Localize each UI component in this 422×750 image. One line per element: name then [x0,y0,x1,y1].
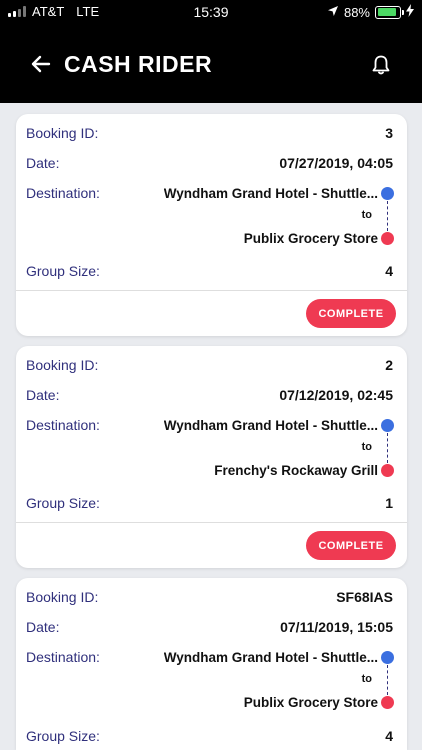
date-value: 07/12/2019, 02:45 [279,387,393,403]
destination-dot-icon [381,464,394,477]
page-title: CASH RIDER [64,51,213,77]
card-divider [16,290,407,291]
bell-icon[interactable] [371,54,391,76]
battery-level-fill [377,8,396,16]
date-label: Date: [26,619,60,635]
location-arrow-icon [327,5,339,20]
booking-id-label: Booking ID: [26,357,99,373]
battery-percent: 88% [343,4,370,20]
origin-location: Wyndham Grand Hotel - Shuttle... [163,650,378,665]
origin-dot-icon [381,651,394,664]
card-divider [16,522,407,523]
date-value: 07/11/2019, 15:05 [280,619,393,635]
booking-id-value: SF68IAS [336,589,393,605]
destination-label: Destination: [26,417,100,433]
group-size-label: Group Size: [26,263,100,279]
destination-location: Publix Grocery Store [243,695,378,710]
group-size-value: 1 [385,495,393,511]
booking-card: Booking ID: SF68IAS Date: 07/11/2019, 15… [16,578,407,750]
complete-button[interactable]: COMPLETE [306,531,396,560]
route-to-label: to [361,673,372,685]
route-dashed-line [387,201,388,231]
destination-location: Frenchy's Rockaway Grill [214,463,378,478]
group-size-label: Group Size: [26,495,100,511]
charging-bolt-icon [406,4,414,20]
battery-icon [375,5,404,19]
route-dashed-line [387,433,388,463]
destination-dot-icon [381,696,394,709]
status-right: 88% [327,4,414,20]
route-to-label: to [361,209,372,221]
origin-dot-icon [381,187,394,200]
group-size-value: 4 [385,263,393,279]
date-label: Date: [26,155,60,171]
app-header: AT&T LTE 15:39 88% CASH RIDER [0,0,422,103]
booking-card: Booking ID: 2 Date: 07/12/2019, 02:45 De… [16,346,407,568]
complete-button[interactable]: COMPLETE [306,299,396,328]
route-to-label: to [361,441,372,453]
date-label: Date: [26,387,60,403]
route-dashed-line [387,665,388,695]
booking-id-label: Booking ID: [26,589,99,605]
booking-id-value: 2 [385,357,393,373]
status-bar: AT&T LTE 15:39 88% [0,0,422,24]
arrow-left-icon[interactable] [30,53,52,75]
group-size-label: Group Size: [26,728,100,744]
group-size-value: 4 [385,728,393,744]
date-value: 07/27/2019, 04:05 [279,155,393,171]
destination-label: Destination: [26,649,100,665]
booking-card: Booking ID: 3 Date: 07/27/2019, 04:05 De… [16,114,407,336]
booking-id-value: 3 [385,125,393,141]
origin-location: Wyndham Grand Hotel - Shuttle... [163,418,378,433]
destination-label: Destination: [26,185,100,201]
origin-location: Wyndham Grand Hotel - Shuttle... [163,186,378,201]
booking-id-label: Booking ID: [26,125,99,141]
origin-dot-icon [381,419,394,432]
destination-location: Publix Grocery Store [243,231,378,246]
destination-dot-icon [381,232,394,245]
